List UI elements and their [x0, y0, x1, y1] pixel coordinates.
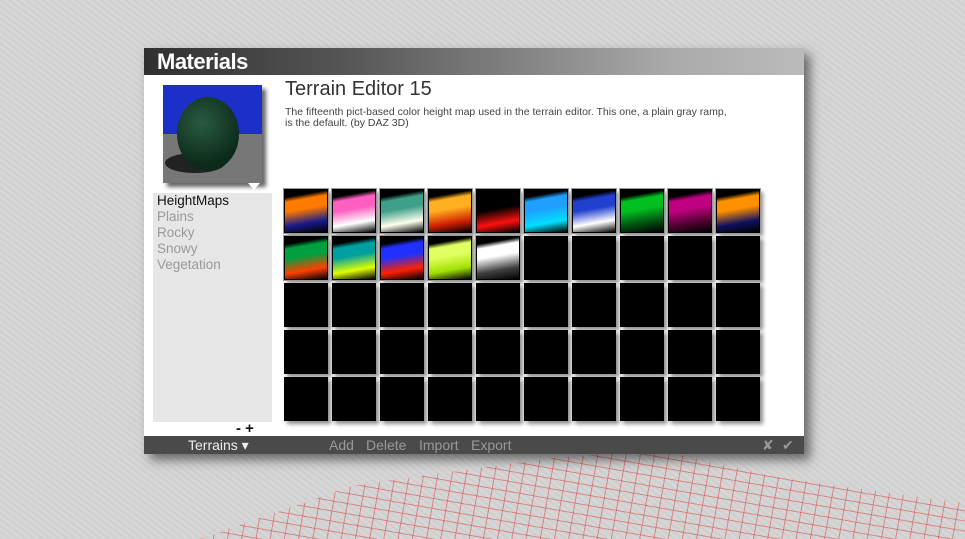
material-thumbnail[interactable] [667, 188, 713, 234]
material-thumbnail[interactable] [283, 235, 329, 281]
export-button[interactable]: Export [471, 437, 511, 453]
material-grid [283, 188, 761, 421]
terrain-wireframe [200, 450, 965, 539]
empty-slot[interactable] [476, 330, 520, 374]
cancel-icon[interactable]: ✘ [762, 437, 774, 454]
empty-slot[interactable] [716, 330, 760, 374]
empty-slot[interactable] [716, 377, 760, 421]
empty-slot[interactable] [620, 283, 664, 327]
empty-slot[interactable] [380, 283, 424, 327]
empty-slot[interactable] [668, 330, 712, 374]
empty-slot[interactable] [332, 283, 376, 327]
empty-slot[interactable] [380, 330, 424, 374]
preview-menu-triangle-icon[interactable] [248, 183, 260, 190]
material-thumbnail[interactable] [523, 188, 569, 234]
empty-slot[interactable] [524, 283, 568, 327]
empty-slot[interactable] [524, 236, 568, 280]
material-thumbnail[interactable] [331, 235, 377, 281]
empty-slot[interactable] [476, 377, 520, 421]
empty-slot[interactable] [524, 377, 568, 421]
add-category-button[interactable]: + [245, 420, 254, 437]
library-dropdown[interactable]: Terrains ▾ [188, 437, 249, 454]
empty-slot[interactable] [716, 283, 760, 327]
category-item[interactable]: Plains [153, 209, 272, 225]
empty-slot[interactable] [620, 236, 664, 280]
delete-button[interactable]: Delete [366, 437, 406, 453]
empty-slot[interactable] [668, 236, 712, 280]
empty-slot[interactable] [668, 377, 712, 421]
empty-slot[interactable] [284, 283, 328, 327]
materials-panel: Materials HeightMaps Plains Rocky Snowy Vege… [144, 48, 804, 454]
category-list: HeightMaps Plains Rocky Snowy Vegetation [153, 193, 272, 422]
add-button[interactable]: Add [329, 437, 354, 453]
title-bar[interactable]: Materials [144, 48, 804, 75]
empty-slot[interactable] [620, 377, 664, 421]
material-thumbnail[interactable] [715, 188, 761, 234]
empty-slot[interactable] [572, 330, 616, 374]
remove-category-button[interactable]: - [236, 420, 241, 437]
material-name: Terrain Editor 15 [285, 78, 432, 100]
material-description: The fifteenth pict-based color height ma… [285, 106, 727, 129]
material-thumbnail[interactable] [331, 188, 377, 234]
empty-slot[interactable] [428, 377, 472, 421]
material-thumbnail[interactable] [475, 188, 521, 234]
material-thumbnail[interactable] [427, 235, 473, 281]
material-thumbnail[interactable] [379, 235, 425, 281]
empty-slot[interactable] [572, 377, 616, 421]
material-preview [163, 85, 262, 183]
empty-slot[interactable] [524, 330, 568, 374]
material-thumbnail[interactable] [283, 188, 329, 234]
material-thumbnail[interactable] [427, 188, 473, 234]
bottom-bar: Terrains ▾ Add Delete Import Export ✘ ✔ [144, 436, 804, 454]
empty-slot[interactable] [476, 283, 520, 327]
empty-slot[interactable] [380, 377, 424, 421]
material-thumbnail[interactable] [475, 235, 521, 281]
confirm-icon[interactable]: ✔ [782, 437, 794, 454]
empty-slot[interactable] [572, 283, 616, 327]
empty-slot[interactable] [284, 377, 328, 421]
empty-slot[interactable] [428, 330, 472, 374]
material-thumbnail[interactable] [619, 188, 665, 234]
empty-slot[interactable] [428, 283, 472, 327]
panel-title: Materials [157, 49, 248, 74]
material-thumbnail[interactable] [379, 188, 425, 234]
import-button[interactable]: Import [419, 437, 459, 453]
empty-slot[interactable] [716, 236, 760, 280]
empty-slot[interactable] [284, 330, 328, 374]
empty-slot[interactable] [620, 330, 664, 374]
category-item[interactable]: Vegetation [153, 257, 272, 273]
category-item[interactable]: Snowy [153, 241, 272, 257]
category-item[interactable]: Rocky [153, 225, 272, 241]
empty-slot[interactable] [572, 236, 616, 280]
material-thumbnail[interactable] [571, 188, 617, 234]
category-item[interactable]: HeightMaps [153, 193, 272, 209]
preview-sphere [177, 97, 239, 171]
empty-slot[interactable] [332, 330, 376, 374]
empty-slot[interactable] [668, 283, 712, 327]
empty-slot[interactable] [332, 377, 376, 421]
